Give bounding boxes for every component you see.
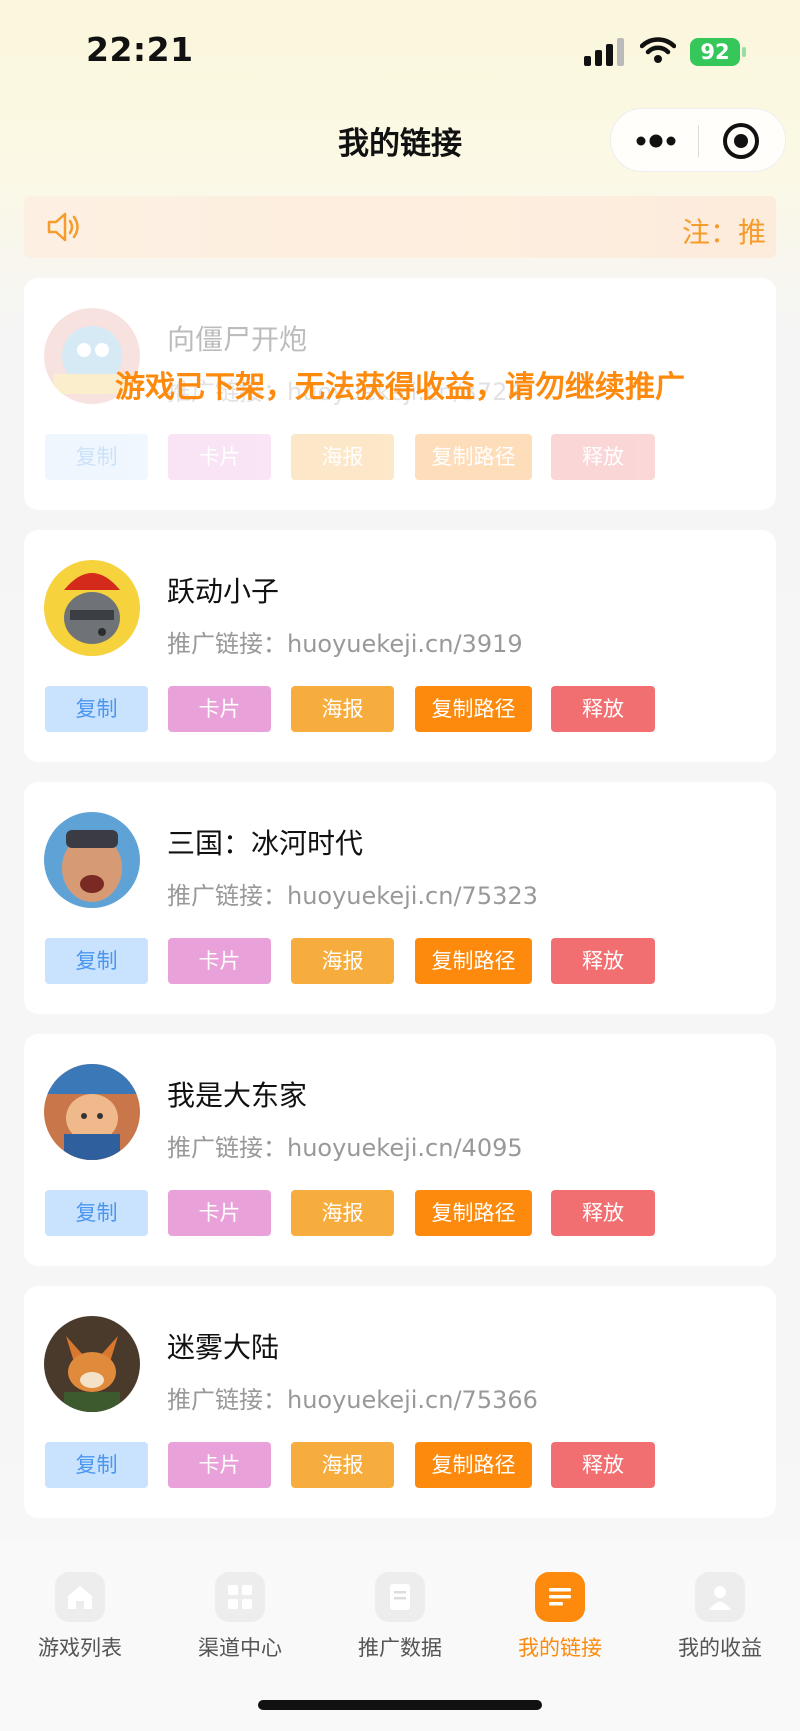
- game-name: 我是大东家: [167, 1079, 308, 1112]
- link-card: 迷雾大陆 推广链接：huoyuekeji.cn/75366 复制 卡片 海报 复…: [24, 1286, 776, 1518]
- card-button[interactable]: 卡片: [168, 1190, 271, 1236]
- copy-button[interactable]: 复制: [45, 1190, 148, 1236]
- mini-program-capsule: [610, 108, 786, 172]
- link-card-delisted: 向僵尸开炮 推广链接：huoyuekeji.cn/3724 游戏已下架，无法获得…: [24, 278, 776, 510]
- poster-button[interactable]: 海报: [291, 686, 394, 732]
- tab-label: 我的链接: [518, 1636, 602, 1660]
- copy-path-button[interactable]: 复制路径: [415, 686, 532, 732]
- card-button[interactable]: 卡片: [168, 686, 271, 732]
- game-name: 三国：冰河时代: [167, 827, 364, 860]
- promo-link: 推广链接：huoyuekeji.cn/3919: [167, 630, 523, 658]
- game-name: 向僵尸开炮: [167, 323, 308, 356]
- game-avatar: [44, 1316, 140, 1412]
- link-card: 我是大东家 推广链接：huoyuekeji.cn/4095 复制 卡片 海报 复…: [24, 1034, 776, 1266]
- delisted-warning: 游戏已下架，无法获得收益，请勿继续推广: [115, 370, 685, 405]
- tab-my-earnings[interactable]: 我的收益: [640, 1570, 800, 1670]
- close-target-icon[interactable]: [721, 121, 761, 161]
- game-name: 迷雾大陆: [167, 1331, 280, 1364]
- card-button[interactable]: 卡片: [168, 938, 271, 984]
- copy-path-button: 复制路径: [415, 434, 532, 480]
- game-avatar: [44, 560, 140, 656]
- cellular-signal-icon: [584, 38, 624, 66]
- card-button: 卡片: [168, 434, 271, 480]
- notice-bar: 注：推: [24, 196, 776, 258]
- link-card: 三国：冰河时代 推广链接：huoyuekeji.cn/75323 复制 卡片 海…: [24, 782, 776, 1014]
- wifi-icon: [640, 37, 676, 63]
- tab-label: 渠道中心: [198, 1636, 282, 1660]
- battery-icon: 92: [690, 38, 746, 66]
- copy-button[interactable]: 复制: [45, 686, 148, 732]
- release-button[interactable]: 释放: [551, 686, 655, 732]
- copy-path-button[interactable]: 复制路径: [415, 938, 532, 984]
- game-avatar: [44, 812, 140, 908]
- card-button[interactable]: 卡片: [168, 1442, 271, 1488]
- copy-button[interactable]: 复制: [45, 938, 148, 984]
- link-card: 跃动小子 推广链接：huoyuekeji.cn/3919 复制 卡片 海报 复制…: [24, 530, 776, 762]
- list-icon: [535, 1572, 585, 1622]
- game-avatar: [44, 1064, 140, 1160]
- poster-button[interactable]: 海报: [291, 1190, 394, 1236]
- tab-channel-center[interactable]: 渠道中心: [160, 1570, 320, 1670]
- tab-promo-data[interactable]: 推广数据: [320, 1570, 480, 1670]
- more-icon[interactable]: [633, 129, 679, 153]
- document-icon: [375, 1572, 425, 1622]
- copy-button: 复制: [45, 434, 148, 480]
- poster-button[interactable]: 海报: [291, 1442, 394, 1488]
- game-name: 跃动小子: [167, 575, 280, 608]
- promo-link: 推广链接：huoyuekeji.cn/75366: [167, 1386, 538, 1414]
- tab-label: 推广数据: [358, 1636, 442, 1660]
- speaker-icon: [47, 212, 79, 242]
- status-time: 22:21: [86, 30, 194, 69]
- tab-label: 我的收益: [678, 1636, 762, 1660]
- notice-text: 注：推: [682, 216, 767, 249]
- promo-link: 推广链接：huoyuekeji.cn/4095: [167, 1134, 523, 1162]
- release-button[interactable]: 释放: [551, 938, 655, 984]
- tab-game-list[interactable]: 游戏列表: [0, 1570, 160, 1670]
- release-button: 释放: [551, 434, 655, 480]
- promo-link: 推广链接：huoyuekeji.cn/75323: [167, 882, 538, 910]
- battery-level: 92: [690, 38, 740, 66]
- tab-label: 游戏列表: [38, 1636, 122, 1660]
- user-icon: [695, 1572, 745, 1622]
- status-bar: 22:21 92: [0, 0, 800, 100]
- grid-icon: [215, 1572, 265, 1622]
- copy-path-button[interactable]: 复制路径: [415, 1190, 532, 1236]
- home-indicator: [258, 1700, 542, 1710]
- release-button[interactable]: 释放: [551, 1190, 655, 1236]
- tab-my-links[interactable]: 我的链接: [480, 1570, 640, 1670]
- release-button[interactable]: 释放: [551, 1442, 655, 1488]
- copy-button[interactable]: 复制: [45, 1442, 148, 1488]
- poster-button: 海报: [291, 434, 394, 480]
- copy-path-button[interactable]: 复制路径: [415, 1442, 532, 1488]
- home-icon: [55, 1572, 105, 1622]
- poster-button[interactable]: 海报: [291, 938, 394, 984]
